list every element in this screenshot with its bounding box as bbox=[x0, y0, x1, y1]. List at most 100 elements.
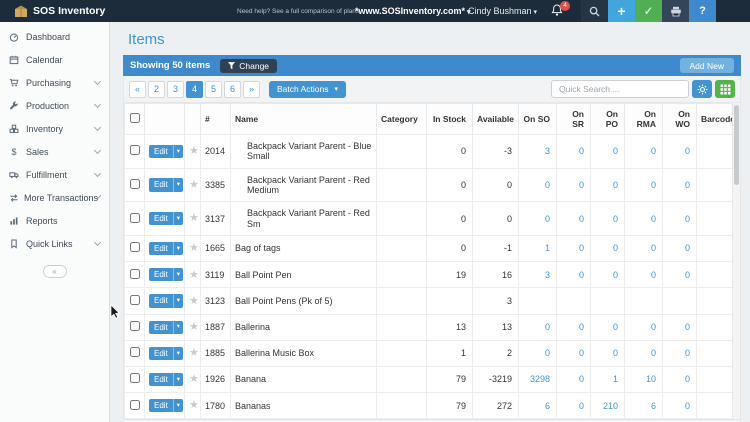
on-sr-link[interactable]: 0 bbox=[579, 270, 584, 280]
column-header-category[interactable]: Category bbox=[377, 104, 427, 135]
on-so-link[interactable]: 0 bbox=[545, 180, 550, 190]
change-filter-button[interactable]: Change bbox=[220, 59, 277, 73]
edit-dropdown-caret[interactable]: ▾ bbox=[173, 242, 183, 255]
on-rma-link[interactable]: 0 bbox=[651, 243, 656, 253]
edit-button[interactable]: Edit bbox=[149, 373, 173, 386]
sidebar-item-more-transactions[interactable]: More Transactions bbox=[0, 186, 109, 209]
on-rma-link[interactable]: 10 bbox=[646, 374, 656, 384]
sidebar-item-fulfillment[interactable]: Fulfillment bbox=[0, 163, 109, 186]
edit-button[interactable]: Edit bbox=[149, 294, 173, 307]
on-wo-link[interactable]: 0 bbox=[685, 243, 690, 253]
sidebar-item-inventory[interactable]: Inventory bbox=[0, 117, 109, 140]
on-wo-link[interactable]: 0 bbox=[685, 322, 690, 332]
row-checkbox[interactable] bbox=[130, 145, 140, 155]
page-button-«[interactable]: « bbox=[129, 81, 146, 98]
quick-search-input[interactable] bbox=[551, 80, 689, 98]
edit-button[interactable]: Edit bbox=[149, 212, 173, 225]
row-checkbox[interactable] bbox=[130, 347, 140, 357]
star-icon[interactable]: ★ bbox=[189, 144, 199, 157]
on-sr-link[interactable]: 0 bbox=[579, 146, 584, 156]
star-icon[interactable]: ★ bbox=[189, 346, 199, 359]
on-rma-link[interactable]: 0 bbox=[651, 214, 656, 224]
edit-dropdown-caret[interactable]: ▾ bbox=[173, 347, 183, 360]
edit-dropdown-caret[interactable]: ▾ bbox=[173, 178, 183, 191]
column-header-on-rma[interactable]: On RMA bbox=[625, 104, 663, 135]
edit-dropdown-caret[interactable]: ▾ bbox=[173, 212, 183, 225]
print-button[interactable] bbox=[662, 0, 689, 22]
row-checkbox[interactable] bbox=[130, 269, 140, 279]
vertical-scrollbar-thumb[interactable] bbox=[734, 105, 739, 185]
page-button-2[interactable]: 2 bbox=[148, 81, 165, 98]
on-rma-link[interactable]: 0 bbox=[651, 322, 656, 332]
on-wo-link[interactable]: 0 bbox=[685, 348, 690, 358]
sidebar-item-sales[interactable]: $Sales bbox=[0, 140, 109, 163]
on-rma-link[interactable]: 6 bbox=[651, 401, 656, 411]
on-wo-link[interactable]: 0 bbox=[685, 214, 690, 224]
on-wo-link[interactable]: 0 bbox=[685, 374, 690, 384]
tasks-button[interactable]: ✓ bbox=[635, 0, 662, 22]
on-rma-link[interactable]: 0 bbox=[651, 270, 656, 280]
on-po-link[interactable]: 0 bbox=[613, 214, 618, 224]
add-new-button[interactable]: Add New bbox=[680, 58, 735, 73]
row-checkbox[interactable] bbox=[130, 295, 140, 305]
column-header-in-stock[interactable]: In Stock bbox=[427, 104, 473, 135]
table-settings-button[interactable] bbox=[692, 80, 712, 98]
search-button[interactable] bbox=[581, 0, 608, 22]
on-so-link[interactable]: 3 bbox=[545, 146, 550, 156]
on-so-link[interactable]: 0 bbox=[545, 322, 550, 332]
sidebar-collapse-button[interactable]: « bbox=[43, 265, 67, 278]
star-icon[interactable]: ★ bbox=[189, 294, 199, 307]
on-po-link[interactable]: 0 bbox=[613, 348, 618, 358]
on-so-link[interactable]: 3298 bbox=[530, 374, 550, 384]
edit-button[interactable]: Edit bbox=[149, 242, 173, 255]
edit-button[interactable]: Edit bbox=[149, 145, 173, 158]
on-so-link[interactable]: 0 bbox=[545, 348, 550, 358]
on-po-link[interactable]: 0 bbox=[613, 243, 618, 253]
grid-view-button[interactable] bbox=[715, 80, 735, 98]
on-rma-link[interactable]: 0 bbox=[651, 180, 656, 190]
on-wo-link[interactable]: 0 bbox=[685, 146, 690, 156]
on-sr-link[interactable]: 0 bbox=[579, 348, 584, 358]
edit-button[interactable]: Edit bbox=[149, 347, 173, 360]
sidebar-item-calendar[interactable]: Calendar bbox=[0, 48, 109, 71]
star-icon[interactable]: ★ bbox=[189, 372, 199, 385]
row-checkbox[interactable] bbox=[130, 321, 140, 331]
sidebar-item-reports[interactable]: Reports bbox=[0, 209, 109, 232]
page-button-6[interactable]: 6 bbox=[224, 81, 241, 98]
vertical-scrollbar[interactable] bbox=[732, 103, 740, 419]
star-icon[interactable]: ★ bbox=[189, 178, 199, 191]
on-sr-link[interactable]: 0 bbox=[579, 322, 584, 332]
on-sr-link[interactable]: 0 bbox=[579, 180, 584, 190]
on-so-link[interactable]: 3 bbox=[545, 270, 550, 280]
edit-dropdown-caret[interactable]: ▾ bbox=[173, 399, 183, 412]
on-so-link[interactable]: 6 bbox=[545, 401, 550, 411]
on-po-link[interactable]: 210 bbox=[603, 401, 618, 411]
edit-button[interactable]: Edit bbox=[149, 399, 173, 412]
on-rma-link[interactable]: 0 bbox=[651, 146, 656, 156]
row-checkbox[interactable] bbox=[130, 179, 140, 189]
column-header-on-so[interactable]: On SO bbox=[519, 104, 557, 135]
row-checkbox[interactable] bbox=[130, 400, 140, 410]
page-button-3[interactable]: 3 bbox=[167, 81, 184, 98]
column-header-name[interactable]: Name bbox=[231, 104, 377, 135]
sidebar-item-production[interactable]: Production bbox=[0, 94, 109, 117]
edit-button[interactable]: Edit bbox=[149, 268, 173, 281]
edit-dropdown-caret[interactable]: ▾ bbox=[173, 294, 183, 307]
on-sr-link[interactable]: 0 bbox=[579, 214, 584, 224]
on-wo-link[interactable]: 0 bbox=[685, 270, 690, 280]
on-po-link[interactable]: 0 bbox=[613, 146, 618, 156]
star-icon[interactable]: ★ bbox=[189, 398, 199, 411]
page-button-»[interactable]: » bbox=[243, 81, 260, 98]
company-dropdown[interactable]: *www.SOSInventory.com*▾ bbox=[355, 6, 471, 16]
on-po-link[interactable]: 0 bbox=[613, 322, 618, 332]
row-checkbox[interactable] bbox=[130, 213, 140, 223]
column-header-barcode[interactable]: Barcode bbox=[697, 104, 735, 135]
edit-dropdown-caret[interactable]: ▾ bbox=[173, 373, 183, 386]
edit-button[interactable]: Edit bbox=[149, 321, 173, 334]
on-sr-link[interactable]: 0 bbox=[579, 243, 584, 253]
star-icon[interactable]: ★ bbox=[189, 211, 199, 224]
on-wo-link[interactable]: 0 bbox=[685, 180, 690, 190]
row-checkbox[interactable] bbox=[130, 373, 140, 383]
column-header-on-wo[interactable]: On WO bbox=[663, 104, 697, 135]
edit-button[interactable]: Edit bbox=[149, 178, 173, 191]
